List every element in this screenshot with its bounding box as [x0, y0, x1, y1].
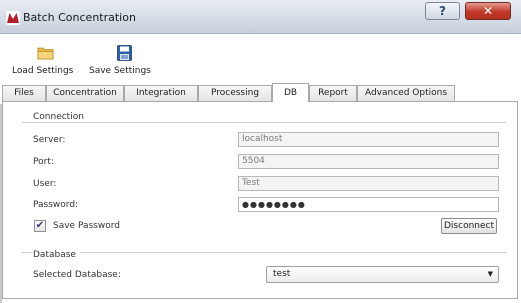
disconnect-button[interactable]: Disconnect [441, 218, 497, 234]
tab-files[interactable]: Files [2, 85, 46, 101]
port-label: Port: [33, 157, 54, 167]
connection-group-title: Connection [33, 112, 84, 122]
tab-db[interactable]: DB [272, 83, 309, 102]
password-label: Password: [33, 200, 79, 210]
selected-database-label: Selected Database: [33, 270, 121, 280]
tab-report[interactable]: Report [309, 85, 357, 101]
password-field[interactable]: ●●●●●●●● [238, 197, 499, 212]
connection-divider [22, 122, 506, 123]
database-divider [22, 252, 506, 253]
tab-bar: Files Concentration Integration Processi… [2, 83, 519, 102]
app-logo-icon [6, 11, 20, 25]
chevron-down-icon: ▼ [487, 270, 493, 278]
tab-processing[interactable]: Processing [198, 85, 272, 101]
port-field[interactable]: 5504 [238, 154, 499, 169]
database-select[interactable]: test ▼ [266, 266, 499, 283]
floppy-disk-icon [117, 45, 132, 61]
close-button[interactable]: ✕ [465, 2, 511, 20]
user-label: User: [33, 179, 57, 189]
tab-advanced-options[interactable]: Advanced Options [357, 85, 455, 101]
server-field[interactable]: localhost [238, 132, 499, 147]
tab-integration[interactable]: Integration [124, 85, 198, 101]
save-password-checkbox[interactable]: ✔ [34, 220, 46, 232]
database-select-value: test [273, 269, 291, 279]
save-settings-label: Save Settings [89, 66, 151, 76]
database-group-title: Database [33, 250, 80, 260]
load-settings-label: Load Settings [12, 66, 74, 76]
folder-icon [37, 47, 54, 60]
title-bar: Batch Concentration ? ✕ [0, 0, 521, 34]
help-button[interactable]: ? [425, 2, 460, 20]
server-label: Server: [33, 135, 66, 145]
window-title: Batch Concentration [23, 11, 136, 24]
tab-concentration[interactable]: Concentration [46, 85, 124, 101]
toolbar: Load Settings Save Settings [0, 35, 521, 81]
save-password-label: Save Password [53, 221, 120, 231]
user-field[interactable]: Test [238, 176, 499, 191]
